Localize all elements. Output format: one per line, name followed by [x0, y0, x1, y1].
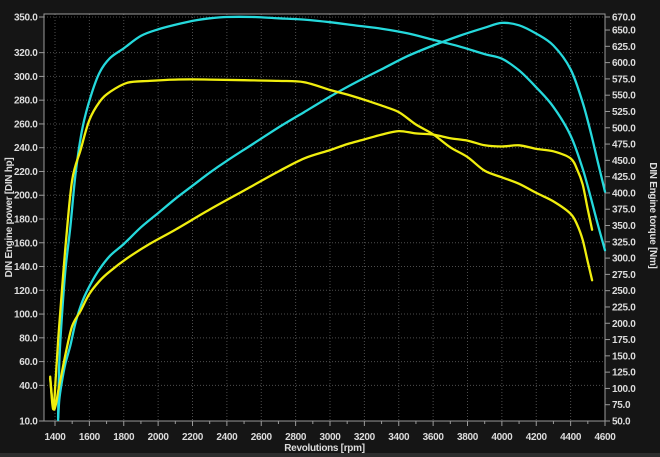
svg-text:320.0: 320.0 — [14, 48, 38, 59]
svg-text:220.0: 220.0 — [14, 167, 38, 178]
svg-text:200.0: 200.0 — [14, 191, 38, 202]
svg-text:4400: 4400 — [560, 432, 582, 443]
svg-text:3600: 3600 — [423, 432, 445, 443]
svg-text:250.0: 250.0 — [612, 286, 636, 297]
svg-text:425.0: 425.0 — [612, 172, 636, 183]
dyno-chart-panel: 350.0 320.0 300.0 280.0 260.0 240.0 220.0 200.0… — [0, 0, 660, 457]
svg-text:575.0: 575.0 — [612, 74, 636, 85]
svg-text:2000: 2000 — [148, 432, 170, 443]
svg-text:670.0: 670.0 — [612, 13, 636, 24]
svg-text:525.0: 525.0 — [612, 107, 636, 118]
svg-text:240.0: 240.0 — [14, 143, 38, 154]
svg-text:10.0: 10.0 — [19, 417, 38, 428]
svg-text:325.0: 325.0 — [612, 237, 636, 248]
svg-text:625.0: 625.0 — [612, 42, 636, 53]
svg-text:3400: 3400 — [388, 432, 410, 443]
svg-text:4600: 4600 — [594, 432, 616, 443]
svg-text:500.0: 500.0 — [612, 123, 636, 134]
svg-text:260.0: 260.0 — [14, 119, 38, 130]
svg-text:175.0: 175.0 — [612, 335, 636, 346]
svg-text:120.0: 120.0 — [14, 286, 38, 297]
svg-text:100.0: 100.0 — [14, 310, 38, 321]
svg-text:350.0: 350.0 — [612, 221, 636, 232]
svg-text:2400: 2400 — [216, 432, 238, 443]
svg-text:600.0: 600.0 — [612, 58, 636, 69]
svg-text:50.0: 50.0 — [612, 417, 631, 428]
svg-text:180.0: 180.0 — [14, 215, 38, 226]
svg-text:3800: 3800 — [457, 432, 479, 443]
svg-text:2600: 2600 — [251, 432, 273, 443]
svg-text:125.0: 125.0 — [612, 368, 636, 379]
svg-text:300.0: 300.0 — [612, 254, 636, 265]
svg-text:3200: 3200 — [354, 432, 376, 443]
svg-text:550.0: 550.0 — [612, 91, 636, 102]
dyno-chart: 350.0 320.0 300.0 280.0 260.0 240.0 220.0 200.0… — [0, 0, 660, 457]
right-axis-title: DIN Engine torque [Nm] — [647, 162, 658, 268]
svg-text:1600: 1600 — [79, 432, 101, 443]
svg-text:75.0: 75.0 — [612, 400, 631, 411]
svg-text:300.0: 300.0 — [14, 72, 38, 83]
svg-text:1800: 1800 — [113, 432, 135, 443]
svg-text:60.0: 60.0 — [19, 357, 38, 368]
svg-text:1400: 1400 — [44, 432, 66, 443]
svg-text:475.0: 475.0 — [612, 140, 636, 151]
svg-text:40.0: 40.0 — [19, 381, 38, 392]
svg-text:4200: 4200 — [526, 432, 548, 443]
x-axis-title: Revolutions [rpm] — [284, 443, 364, 454]
svg-text:2200: 2200 — [182, 432, 204, 443]
svg-text:4000: 4000 — [491, 432, 513, 443]
svg-text:140.0: 140.0 — [14, 262, 38, 273]
svg-text:650.0: 650.0 — [612, 26, 636, 37]
svg-text:275.0: 275.0 — [612, 270, 636, 281]
svg-text:160.0: 160.0 — [14, 238, 38, 249]
svg-text:80.0: 80.0 — [19, 333, 38, 344]
svg-text:100.0: 100.0 — [612, 384, 636, 395]
svg-text:350.0: 350.0 — [14, 13, 38, 24]
svg-text:225.0: 225.0 — [612, 302, 636, 313]
left-axis-title: DIN Engine power [DIN hp] — [4, 158, 15, 278]
svg-text:3000: 3000 — [319, 432, 341, 443]
svg-text:200.0: 200.0 — [612, 319, 636, 330]
svg-text:280.0: 280.0 — [14, 96, 38, 107]
svg-text:150.0: 150.0 — [612, 351, 636, 362]
svg-text:2800: 2800 — [285, 432, 307, 443]
svg-text:450.0: 450.0 — [612, 156, 636, 167]
svg-text:375.0: 375.0 — [612, 205, 636, 216]
svg-text:400.0: 400.0 — [612, 188, 636, 199]
